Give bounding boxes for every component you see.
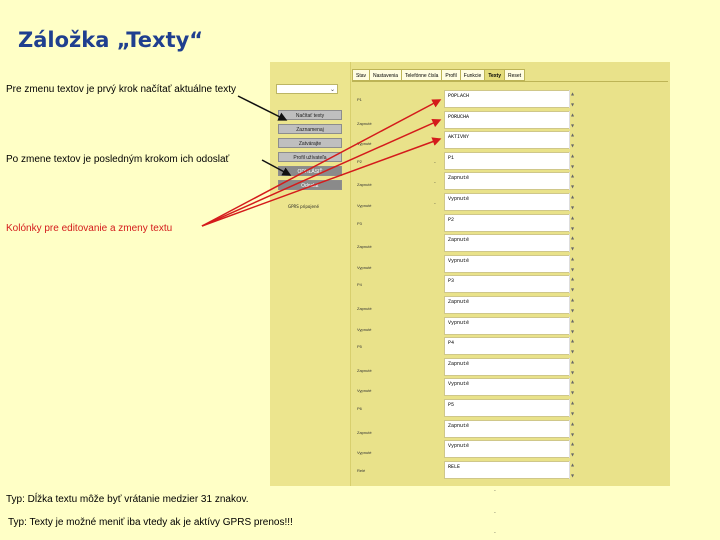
marker-dot: . <box>494 508 496 515</box>
arrow-edit-3 <box>201 137 442 227</box>
arrow-edit-1 <box>201 99 442 227</box>
arrow-read <box>237 95 288 121</box>
arrow-edit-2 <box>201 118 442 227</box>
annotation-arrows <box>201 95 442 227</box>
arrow-send <box>261 159 292 176</box>
marker-dot: . <box>494 528 496 535</box>
marker-dot: . <box>494 486 496 493</box>
